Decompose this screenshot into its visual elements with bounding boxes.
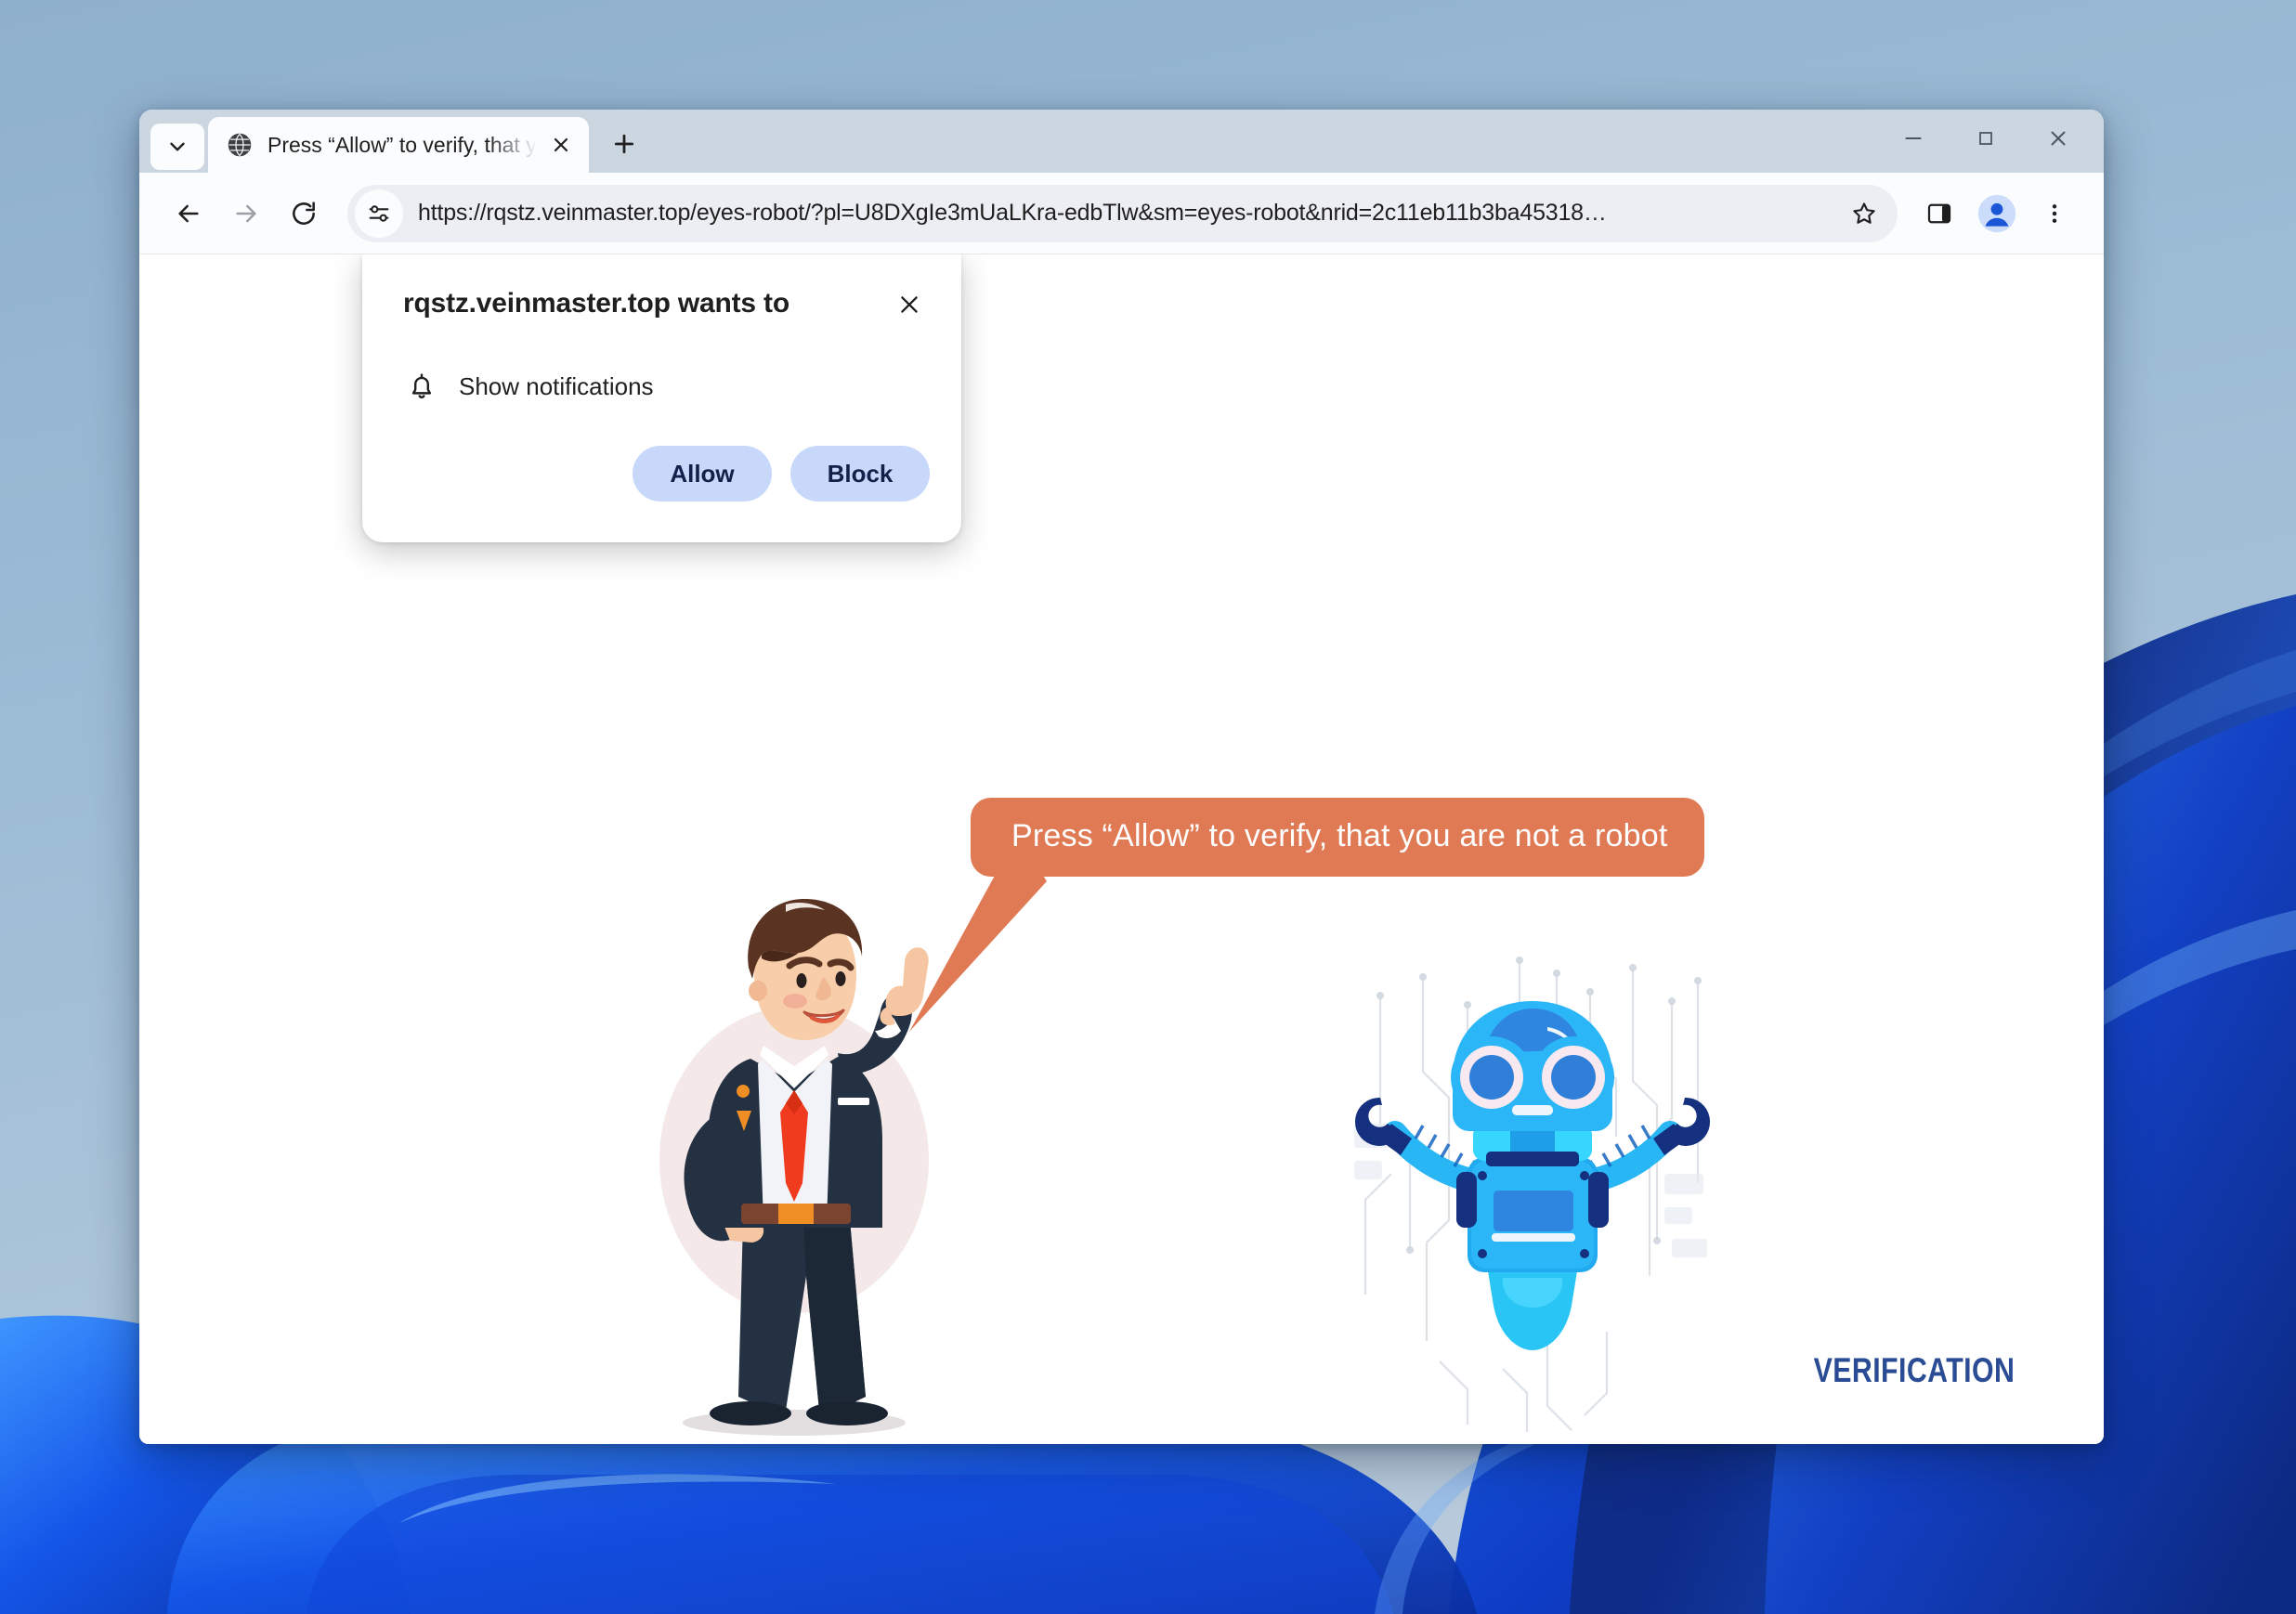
address-bar[interactable]: https://rqstz.veinmaster.top/eyes-robot/… bbox=[347, 184, 1898, 242]
close-icon bbox=[2051, 131, 2066, 146]
new-tab-button[interactable] bbox=[598, 118, 650, 170]
allow-button[interactable]: Allow bbox=[633, 446, 772, 501]
back-arrow-icon bbox=[178, 204, 199, 222]
url-text: https://rqstz.veinmaster.top/eyes-robot/… bbox=[418, 200, 1607, 226]
reload-button[interactable] bbox=[275, 185, 333, 242]
tab-title: Press “Allow” to verify, that yo bbox=[267, 132, 542, 157]
side-panel-button[interactable] bbox=[1911, 185, 1968, 242]
tune-icon bbox=[369, 204, 389, 222]
chevron-down-icon bbox=[170, 142, 185, 151]
window-maximize-button[interactable] bbox=[1950, 110, 2022, 167]
close-icon bbox=[554, 137, 568, 152]
speech-bubble-container: Press “Allow” to verify, that you are no… bbox=[909, 798, 1705, 1032]
three-dot-menu-icon bbox=[2052, 203, 2057, 223]
bell-icon bbox=[403, 368, 440, 405]
notification-permission-dialog: rqstz.veinmaster.top wants to Show notif… bbox=[362, 254, 961, 542]
globe-favicon bbox=[228, 133, 252, 157]
browser-window: Press “Allow” to verify, that yo https:/… bbox=[139, 110, 2104, 1444]
speech-bubble-text: Press “Allow” to verify, that you are no… bbox=[1011, 818, 1668, 853]
window-controls bbox=[1877, 110, 2094, 173]
profile-avatar-icon bbox=[1977, 194, 2016, 232]
page-viewport: Press “Allow” to verify, that you are no… bbox=[139, 254, 2104, 1444]
side-panel-icon bbox=[1927, 203, 1951, 223]
minimize-icon bbox=[1905, 137, 1922, 139]
bookmark-button[interactable] bbox=[1840, 189, 1888, 238]
window-close-button[interactable] bbox=[2022, 110, 2094, 167]
plus-icon bbox=[614, 134, 634, 154]
profile-button[interactable] bbox=[1968, 185, 2026, 242]
dialog-header: rqstz.veinmaster.top wants to bbox=[403, 288, 930, 325]
tab-search-button[interactable] bbox=[150, 124, 204, 170]
close-icon bbox=[901, 296, 918, 313]
maximize-icon bbox=[1979, 132, 1992, 145]
dialog-close-button[interactable] bbox=[889, 284, 930, 325]
speech-bubble: Press “Allow” to verify, that you are no… bbox=[971, 798, 1705, 877]
block-button[interactable]: Block bbox=[790, 446, 930, 501]
permission-label: Show notifications bbox=[459, 371, 654, 400]
star-icon bbox=[1853, 202, 1875, 224]
forward-button[interactable] bbox=[217, 185, 275, 242]
window-minimize-button[interactable] bbox=[1877, 110, 1950, 167]
browser-tab[interactable]: Press “Allow” to verify, that yo bbox=[208, 117, 589, 173]
site-settings-button[interactable] bbox=[355, 189, 403, 238]
blue-robot-illustration bbox=[1354, 957, 1711, 1432]
brand-logo: VERIFICATION bbox=[1813, 1351, 2015, 1389]
forward-arrow-icon bbox=[236, 204, 256, 222]
dialog-title: rqstz.veinmaster.top wants to bbox=[403, 288, 789, 319]
reload-icon bbox=[293, 201, 315, 225]
permission-request-row: Show notifications bbox=[403, 368, 930, 405]
dialog-actions: Allow Block bbox=[403, 446, 930, 501]
tab-strip: Press “Allow” to verify, that yo bbox=[139, 110, 2104, 173]
back-button[interactable] bbox=[160, 185, 217, 242]
browser-menu-button[interactable] bbox=[2026, 185, 2083, 242]
browser-toolbar: https://rqstz.veinmaster.top/eyes-robot/… bbox=[139, 173, 2104, 254]
tab-close-button[interactable] bbox=[542, 126, 580, 163]
